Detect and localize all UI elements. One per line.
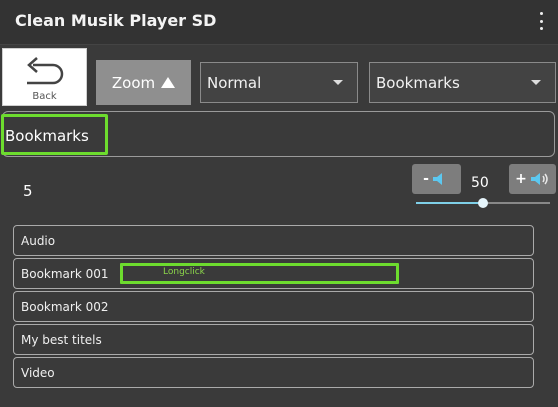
more-vert-icon[interactable] [538, 12, 544, 30]
bookmark-label: Video [21, 366, 55, 380]
bookmark-row-bookmark-002[interactable]: Bookmark 002 [13, 291, 534, 322]
back-button[interactable]: Back [2, 48, 87, 106]
bookmark-label: Audio [21, 234, 56, 248]
app-bar: Clean Musik Player SD [0, 0, 558, 45]
mode-select-value: Normal [207, 74, 262, 92]
list-select[interactable]: Bookmarks [369, 62, 556, 103]
speaker-icon [432, 173, 442, 185]
volume-slider-thumb[interactable] [478, 198, 488, 208]
speaker-icon [530, 173, 548, 185]
bottom-area [0, 389, 558, 407]
triangle-up-icon [161, 77, 176, 88]
bookmark-label: My best titels [21, 333, 102, 347]
bookmark-row-video[interactable]: Video [13, 357, 534, 388]
longclick-hint: Longclick [163, 267, 205, 277]
item-count: 5 [23, 182, 33, 200]
dropdown-arrow-icon [333, 80, 343, 85]
bookmark-row-my-best-titels[interactable]: My best titels [13, 324, 534, 355]
back-label: Back [32, 91, 57, 102]
title-highlight [1, 114, 108, 155]
volume-minus-label: - [423, 171, 429, 187]
bookmark-label: Bookmark 001 [21, 267, 109, 281]
bookmark-row-audio[interactable]: Audio [13, 225, 534, 256]
volume-slider-fill [416, 202, 483, 204]
bookmark-label: Bookmark 002 [21, 300, 109, 314]
list-select-value: Bookmarks [376, 74, 460, 92]
app-title: Clean Musik Player SD [15, 11, 217, 30]
zoom-label: Zoom [111, 73, 156, 92]
volume-value: 50 [471, 175, 489, 191]
mode-select[interactable]: Normal [200, 62, 358, 103]
volume-down-button[interactable]: - [412, 164, 461, 194]
back-arrow-icon [27, 57, 64, 85]
longclick-highlight [120, 263, 399, 284]
dropdown-arrow-icon [531, 80, 541, 85]
volume-up-button[interactable]: + [509, 164, 556, 194]
volume-plus-label: + [515, 171, 527, 187]
volume-slider[interactable] [416, 198, 550, 208]
bookmark-list: Audio Bookmark 001 Bookmark 002 My best … [13, 225, 534, 390]
zoom-button[interactable]: Zoom [96, 60, 191, 105]
